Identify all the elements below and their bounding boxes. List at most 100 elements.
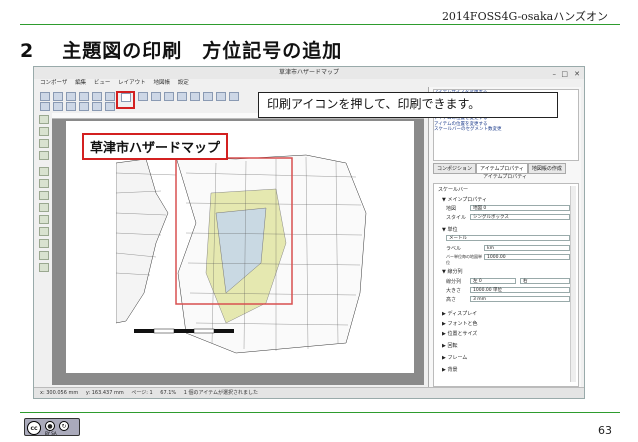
duplicate-icon[interactable] bbox=[66, 92, 76, 101]
section-units[interactable]: ▼ 単位 bbox=[442, 226, 457, 233]
section-segments-label: 線分列 bbox=[447, 269, 463, 275]
map-title-label[interactable]: 草津市ハザードマップ bbox=[82, 133, 229, 160]
menu-settings[interactable]: 設定 bbox=[178, 80, 189, 86]
history-item[interactable]: スケールバーのセグメント数変更 bbox=[434, 127, 578, 132]
by-icon: ● bbox=[45, 421, 55, 431]
size-input[interactable]: 1000.00 単位 bbox=[470, 287, 570, 293]
page-number: 63 bbox=[598, 424, 612, 437]
section-background-label: 背景 bbox=[447, 367, 458, 373]
raise-icon[interactable] bbox=[79, 102, 89, 111]
pan-icon[interactable] bbox=[39, 115, 49, 124]
save-icon[interactable] bbox=[40, 92, 50, 101]
menu-atlas[interactable]: 地図帳 bbox=[153, 80, 170, 86]
segments-right-spin[interactable]: 右 bbox=[520, 278, 570, 284]
select-icon[interactable] bbox=[39, 139, 49, 148]
panel-scrollbar[interactable] bbox=[570, 186, 576, 382]
cc-license-badge: cc ● ↻ BY SA bbox=[24, 418, 80, 436]
units-select[interactable]: メートル bbox=[446, 235, 570, 241]
zoom-full-icon[interactable] bbox=[190, 92, 200, 101]
status-y: y: 163.437 mm bbox=[85, 390, 124, 396]
undo-icon[interactable] bbox=[216, 92, 226, 101]
section-position-size-label: 位置とサイズ bbox=[447, 331, 478, 337]
group-icon[interactable] bbox=[40, 102, 50, 111]
section-segments[interactable]: ▼ 線分列 bbox=[442, 268, 462, 275]
slide-number: 2 bbox=[20, 40, 35, 62]
section-frame-label: フレーム bbox=[447, 355, 468, 361]
move-content-icon[interactable] bbox=[39, 151, 49, 160]
section-background[interactable]: ▶ 背景 bbox=[442, 366, 457, 373]
header-text: 2014FOSS4G-osakaハンズオン bbox=[441, 10, 608, 23]
section-display[interactable]: ▶ ディスプレイ bbox=[442, 310, 477, 317]
zoom-in-icon[interactable] bbox=[164, 92, 174, 101]
add-legend-icon[interactable] bbox=[39, 203, 49, 212]
section-units-label: 単位 bbox=[447, 227, 458, 233]
section-position-size[interactable]: ▶ 位置とサイズ bbox=[442, 330, 477, 337]
section-scalebar: スケールバー bbox=[438, 187, 469, 193]
label-row-label: ラベル bbox=[446, 246, 462, 252]
statusbar: x: 300.056 mm y: 163.437 mm ページ: 1 67.1%… bbox=[34, 387, 584, 398]
align-icon[interactable] bbox=[105, 102, 115, 111]
add-html-icon[interactable] bbox=[39, 263, 49, 272]
status-message: 1 個のアイテムが選択されました bbox=[183, 390, 259, 396]
zoom-select[interactable]: 67.1% bbox=[160, 390, 176, 396]
zoom-tool-icon[interactable] bbox=[39, 127, 49, 136]
segments-left-spin[interactable]: 左 0 bbox=[470, 278, 516, 284]
slide-title-text: 主題図の印刷 方位記号の追加 bbox=[62, 40, 343, 62]
window-title: 草津市ハザードマップ bbox=[278, 69, 339, 76]
redo-icon[interactable] bbox=[229, 92, 239, 101]
add-arrow-icon[interactable] bbox=[39, 239, 49, 248]
add-image-icon[interactable] bbox=[39, 179, 49, 188]
menu-edit[interactable]: 編集 bbox=[75, 80, 86, 86]
footer-rule bbox=[20, 412, 620, 413]
add-label-icon[interactable] bbox=[39, 191, 49, 200]
zoom-out-icon[interactable] bbox=[177, 92, 187, 101]
ungroup-icon[interactable] bbox=[53, 102, 63, 111]
size-row-label: 大きさ bbox=[446, 288, 462, 294]
map-row-label: 地図 bbox=[446, 206, 457, 212]
new-composer-icon[interactable] bbox=[53, 92, 63, 101]
export-svg-icon[interactable] bbox=[138, 92, 148, 101]
status-x: x: 300.056 mm bbox=[40, 390, 79, 396]
add-shape-icon[interactable] bbox=[39, 227, 49, 236]
by-sa-text: BY SA bbox=[45, 431, 57, 436]
label-input[interactable]: km bbox=[484, 245, 570, 251]
export-pdf-icon[interactable] bbox=[151, 92, 161, 101]
mapunits-input[interactable]: 1000.00 bbox=[484, 254, 570, 260]
map-select[interactable]: 地図 0 bbox=[470, 205, 570, 211]
segments-row-label: 線分列 bbox=[446, 279, 462, 285]
style-select[interactable]: シングルボックス bbox=[470, 214, 570, 220]
section-rotation[interactable]: ▶ 回転 bbox=[442, 342, 457, 349]
header-rule bbox=[20, 24, 620, 25]
add-map-icon[interactable] bbox=[39, 167, 49, 176]
map-item[interactable] bbox=[116, 153, 396, 359]
lock-icon[interactable] bbox=[66, 102, 76, 111]
style-row-label: スタイル bbox=[446, 215, 467, 221]
section-main-label: メインプロパティ bbox=[447, 197, 487, 203]
menu-layout[interactable]: レイアウト bbox=[118, 80, 146, 86]
height-row-label: 高さ bbox=[446, 297, 457, 303]
print-icon-highlight bbox=[116, 91, 135, 109]
export-image-icon[interactable] bbox=[105, 92, 115, 101]
toolbar bbox=[34, 88, 264, 112]
section-font-color[interactable]: ▶ フォントと色 bbox=[442, 320, 477, 327]
scalebar[interactable] bbox=[134, 328, 234, 334]
menu-composer[interactable]: コンポーザ bbox=[40, 80, 67, 86]
section-rotation-label: 回転 bbox=[447, 343, 458, 349]
slide-title: 2 主題図の印刷 方位記号の追加 bbox=[20, 36, 342, 63]
section-display-label: ディスプレイ bbox=[447, 311, 478, 317]
right-panel: アイテムサイズを変更する アイテムサイズを変更する アイテムサイズを変更する ア… bbox=[428, 87, 581, 387]
window-titlebar: 草津市ハザードマップ – □ ✕ bbox=[34, 67, 584, 79]
add-scalebar-icon[interactable] bbox=[39, 215, 49, 224]
panel-tabs: コンポジション アイテムプロパティ 地図帳の作成 bbox=[433, 163, 577, 174]
section-main-props[interactable]: ▼ メインプロパティ bbox=[442, 196, 487, 203]
refresh-icon[interactable] bbox=[203, 92, 213, 101]
menu-view[interactable]: ビュー bbox=[94, 80, 111, 86]
status-page: ページ: 1 bbox=[131, 390, 153, 396]
height-input[interactable]: 3 mm bbox=[470, 296, 570, 302]
template-icon[interactable] bbox=[92, 92, 102, 101]
lower-icon[interactable] bbox=[92, 102, 102, 111]
add-table-icon[interactable] bbox=[39, 251, 49, 260]
section-frame[interactable]: ▶ フレーム bbox=[442, 354, 467, 361]
panel-subtitle: アイテムプロパティ bbox=[483, 174, 527, 180]
composer-manager-icon[interactable] bbox=[79, 92, 89, 101]
